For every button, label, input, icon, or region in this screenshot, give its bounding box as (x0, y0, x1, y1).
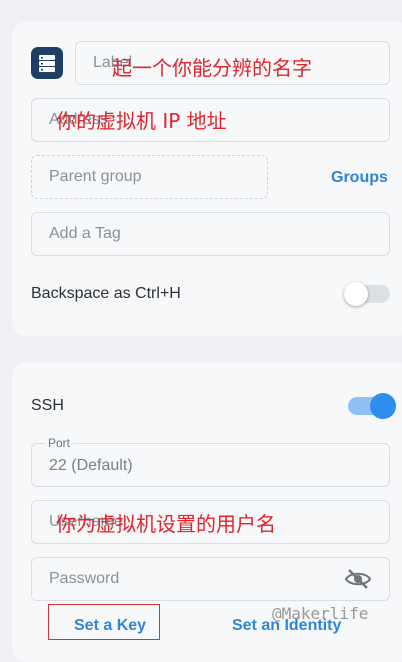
watermark: @Makerlife (272, 604, 369, 623)
port-label: Port (45, 436, 74, 450)
username-annotation: 你为虚拟机设置的用户名 (56, 512, 276, 536)
port-value: 22 (Default) (49, 457, 133, 474)
set-key-button[interactable]: Set a Key (48, 604, 160, 640)
tag-input[interactable]: Add a Tag (31, 212, 390, 256)
toggle-knob (370, 393, 396, 419)
backspace-toggle[interactable] (344, 282, 390, 306)
groups-link[interactable]: Groups (331, 169, 388, 187)
password-input[interactable]: Password (31, 557, 390, 601)
backspace-label: Backspace as Ctrl+H (31, 285, 181, 302)
parent-group-placeholder: Parent group (49, 168, 142, 185)
address-annotation: 你的虚拟机 IP 地址 (56, 109, 227, 133)
tag-placeholder: Add a Tag (49, 225, 121, 242)
eye-slash-icon[interactable] (344, 568, 372, 595)
label-annotation: 起一个你能分辨的名字 (112, 56, 312, 80)
set-key-label: Set a Key (74, 617, 147, 634)
parent-group-input[interactable]: Parent group (31, 155, 268, 199)
port-input[interactable]: Port 22 (Default) (31, 436, 390, 487)
ssh-title: SSH (31, 397, 64, 414)
toggle-knob (344, 282, 368, 306)
server-icon (31, 47, 63, 79)
password-placeholder: Password (49, 570, 120, 587)
ssh-toggle[interactable] (348, 393, 396, 419)
